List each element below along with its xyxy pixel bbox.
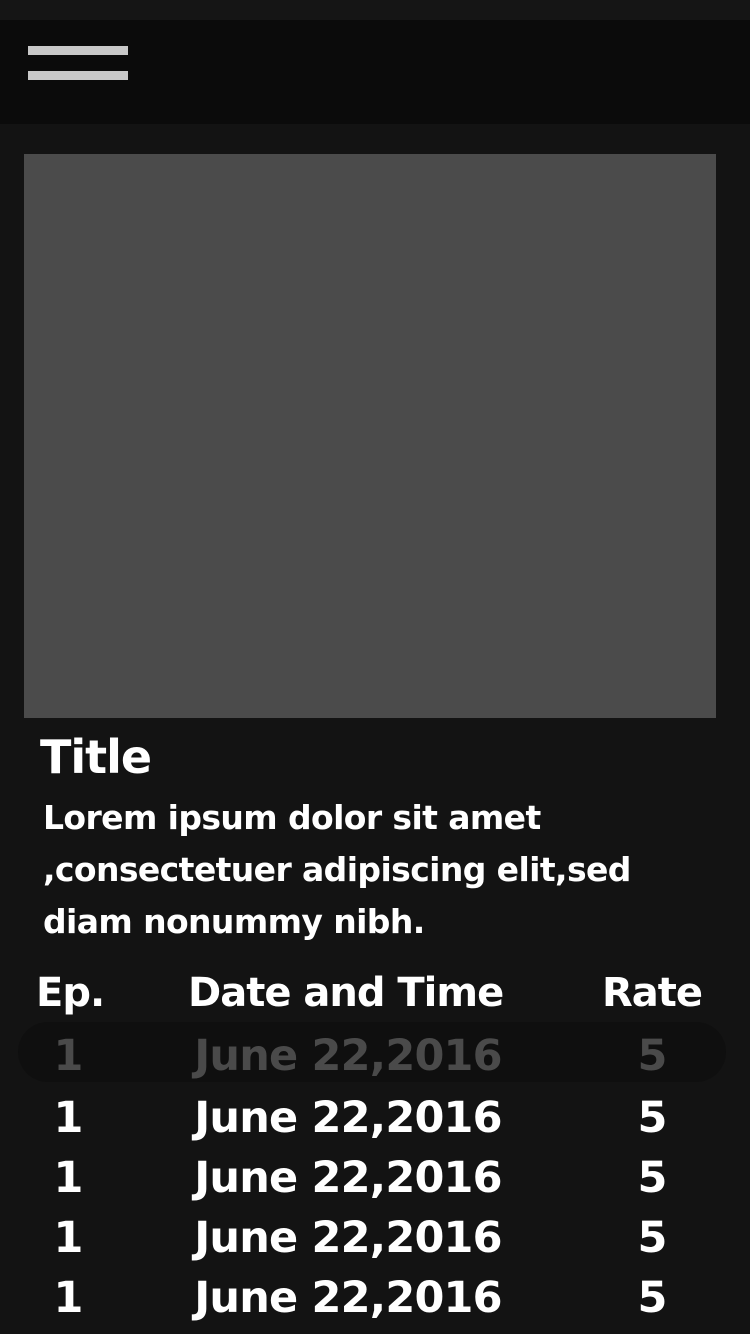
table-row[interactable]: 1 June 22,2016 5 xyxy=(0,1082,750,1143)
column-header-rate: Rate xyxy=(602,970,703,1016)
app-bar xyxy=(0,20,750,124)
description-line: ,consectetuer adipiscing elit,sed xyxy=(43,850,631,889)
description: Lorem ipsum dolor sit amet ,consectetuer… xyxy=(43,792,723,948)
column-header-episode: Ep. xyxy=(36,970,105,1016)
hamburger-menu-icon[interactable] xyxy=(22,40,134,100)
date-cell: June 22,2016 xyxy=(194,1273,502,1323)
table-row[interactable]: 1 June 22,2016 5 xyxy=(0,1022,750,1082)
table-row[interactable]: 1 June 22,2016 5 xyxy=(0,1142,750,1203)
page-title: Title xyxy=(40,730,152,784)
image-placeholder xyxy=(24,154,716,718)
table-row[interactable]: 1 June 22,2016 5 xyxy=(0,1262,750,1323)
table-row[interactable]: 1 June 22,2016 5 xyxy=(0,1202,750,1263)
column-header-date: Date and Time xyxy=(188,970,504,1016)
rate-cell: 5 xyxy=(637,1273,667,1323)
status-strip xyxy=(0,0,750,20)
menu-icon-bar-bottom xyxy=(28,71,128,80)
description-line: diam nonummy nibh. xyxy=(43,902,425,941)
episode-cell: 1 xyxy=(53,1273,83,1323)
episode-table: 1 June 22,2016 5 1 June 22,2016 5 1 June… xyxy=(0,1022,750,1323)
description-line: Lorem ipsum dolor sit amet xyxy=(43,798,541,837)
menu-icon-bar-top xyxy=(28,46,128,55)
